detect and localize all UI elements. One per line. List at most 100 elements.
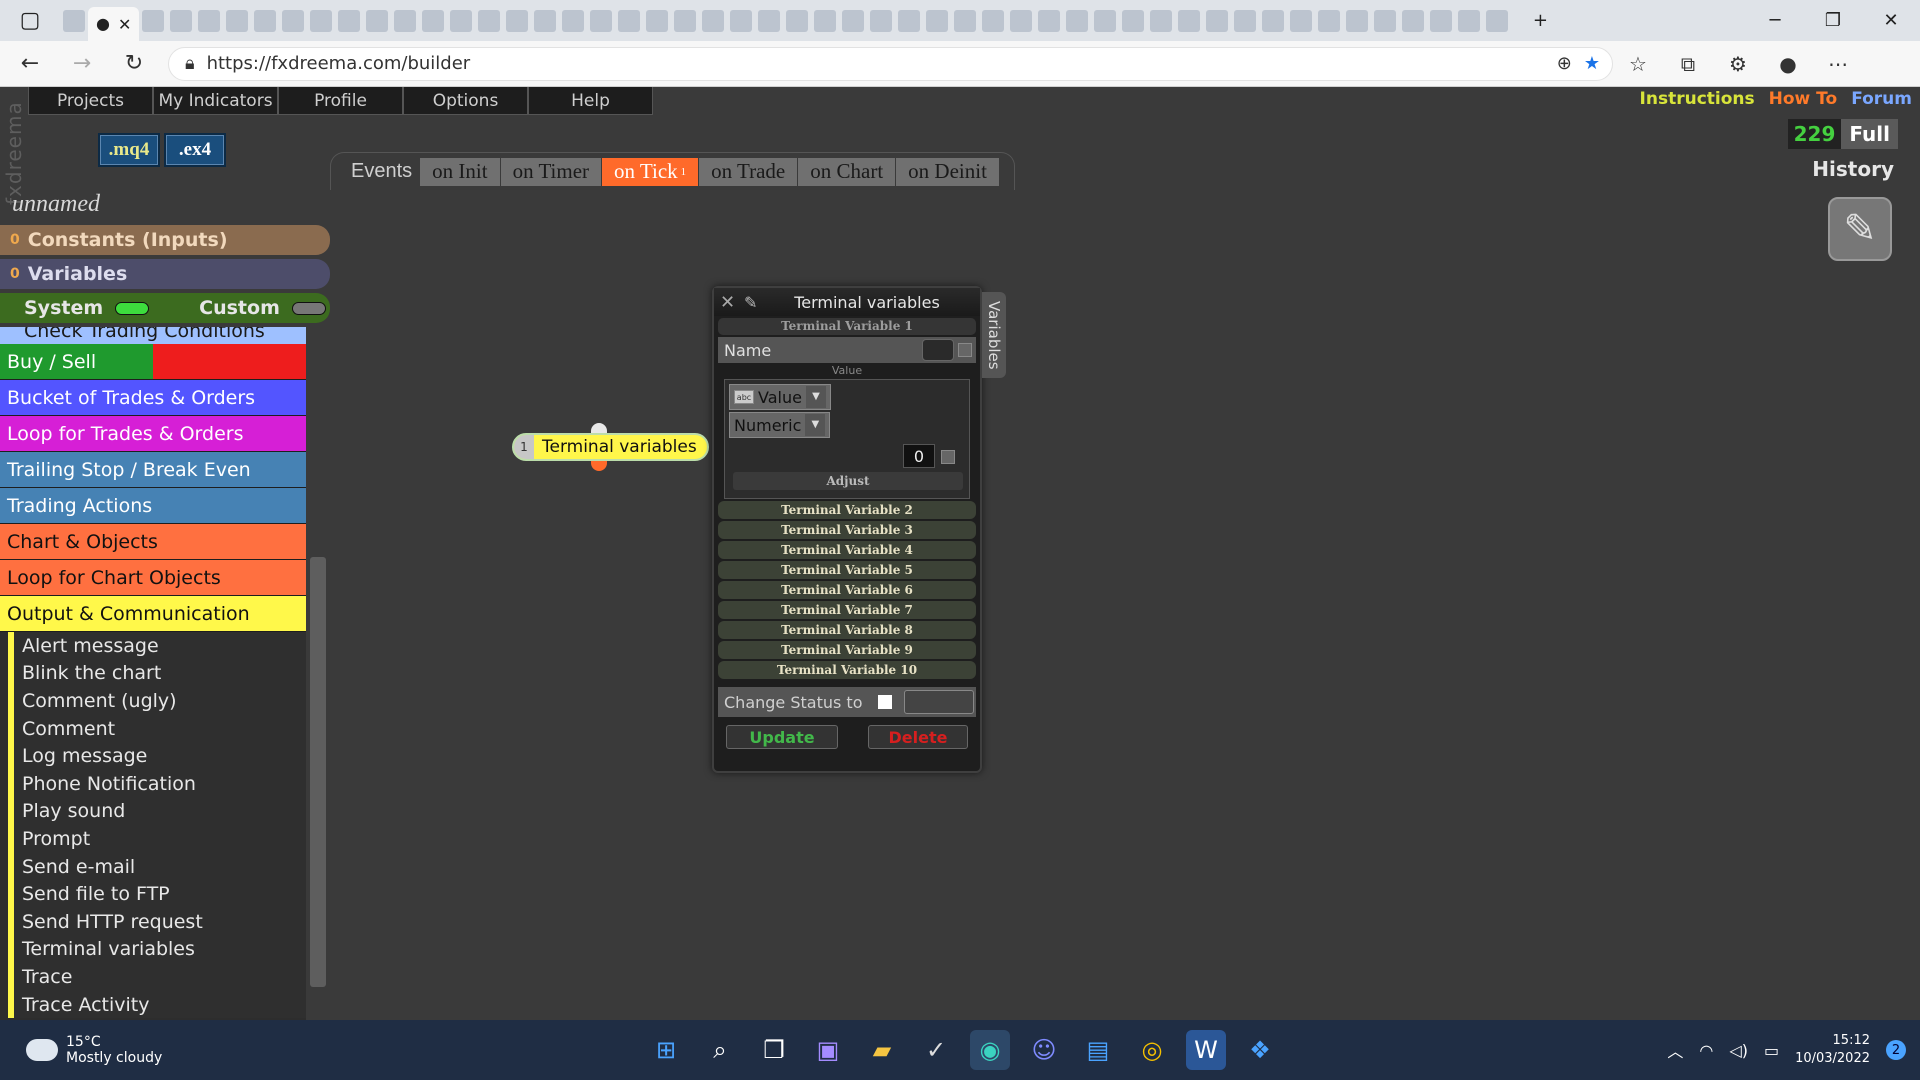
tab-favicon[interactable]: [674, 9, 697, 32]
change-status-checkbox[interactable]: [878, 695, 892, 709]
collections-icon[interactable]: ⧉: [1663, 46, 1713, 82]
tab-favicon[interactable]: [702, 9, 725, 32]
weather-widget[interactable]: 15°C Mostly cloudy: [26, 1034, 646, 1066]
word-icon[interactable]: W: [1186, 1030, 1226, 1070]
project-name[interactable]: unnamed: [12, 191, 100, 218]
tab-favicon[interactable]: [786, 9, 809, 32]
favorites-icon[interactable]: ☆: [1613, 46, 1663, 82]
terminal-variable-4[interactable]: Terminal Variable 4: [718, 541, 976, 559]
terminal-variable-2[interactable]: Terminal Variable 2: [718, 501, 976, 519]
tab-favicon[interactable]: [926, 9, 949, 32]
forum-link[interactable]: Forum: [1851, 89, 1912, 109]
system-toggle[interactable]: [115, 301, 150, 315]
tab-actions-icon[interactable]: ▢: [0, 0, 60, 41]
value-format-dropdown[interactable]: Numeric ▼: [729, 412, 831, 438]
tab-favicon[interactable]: [1150, 9, 1173, 32]
block-phone-notification[interactable]: Phone Notification: [8, 769, 306, 798]
tab-favicon[interactable]: [366, 9, 389, 32]
variables-section[interactable]: 0 Variables: [0, 259, 330, 289]
tab-favicon[interactable]: [450, 9, 473, 32]
restore-icon[interactable]: ❐: [1804, 0, 1862, 41]
tab-favicon[interactable]: [1262, 9, 1285, 32]
block-send-http[interactable]: Send HTTP request: [8, 907, 306, 936]
lock-icon[interactable]: 🔒︎: [185, 54, 195, 73]
active-tab[interactable]: ● ✕: [88, 7, 140, 41]
tab-favicon[interactable]: [394, 9, 417, 32]
tab-favicon[interactable]: [1346, 9, 1369, 32]
dialog-header[interactable]: ✕ ✎ Terminal variables: [714, 288, 980, 316]
pin-icon[interactable]: ✎: [744, 293, 774, 312]
close-window-icon[interactable]: ✕: [1862, 0, 1920, 41]
tab-favicon[interactable]: [226, 9, 249, 32]
tab-favicon[interactable]: [1038, 9, 1061, 32]
tray-overflow-icon[interactable]: ︿: [1667, 1038, 1683, 1062]
start-icon[interactable]: ⊞: [646, 1030, 686, 1070]
tab-favicon[interactable]: [254, 9, 277, 32]
name-color-box[interactable]: [922, 339, 954, 361]
terminal-variable-3[interactable]: Terminal Variable 3: [718, 521, 976, 539]
forward-icon[interactable]: →: [60, 46, 104, 82]
tab-favicon[interactable]: [534, 9, 557, 32]
terminal-variable-7[interactable]: Terminal Variable 7: [718, 601, 976, 619]
terminal-variable-8[interactable]: Terminal Variable 8: [718, 621, 976, 639]
category-chart-objects[interactable]: Chart & Objects: [0, 524, 306, 560]
number-value-checkbox[interactable]: [941, 450, 955, 464]
tab-favicon[interactable]: [758, 9, 781, 32]
tab-favicon[interactable]: [1318, 9, 1341, 32]
terminal-variable-1-header[interactable]: Terminal Variable 1: [718, 318, 976, 335]
block-prompt[interactable]: Prompt: [8, 825, 306, 853]
battery-icon[interactable]: ▭: [1764, 1041, 1779, 1060]
update-button[interactable]: Update: [726, 725, 838, 749]
wifi-icon[interactable]: ◠: [1699, 1041, 1713, 1060]
block-play-sound[interactable]: Play sound: [8, 797, 306, 826]
constants-section[interactable]: 0 Constants (Inputs): [0, 225, 330, 255]
tab-favicon[interactable]: [870, 9, 893, 32]
discord-icon[interactable]: ☺: [1024, 1030, 1064, 1070]
block-trace[interactable]: Trace: [8, 963, 306, 991]
file-explorer-icon[interactable]: ▰: [862, 1030, 902, 1070]
volume-icon[interactable]: ◁): [1729, 1041, 1748, 1060]
tab-favicon[interactable]: [646, 9, 669, 32]
block-alert-message[interactable]: Alert message: [8, 632, 306, 660]
notepad-icon[interactable]: ▤: [1078, 1030, 1118, 1070]
tab-on-init[interactable]: on Init: [420, 157, 501, 186]
custom-toggle[interactable]: [291, 301, 326, 315]
block-terminal-variables[interactable]: Terminal variables: [8, 935, 306, 964]
tab-favicon[interactable]: [814, 9, 837, 32]
search-icon[interactable]: ⌕: [700, 1030, 740, 1070]
tab-favicon[interactable]: [618, 9, 641, 32]
category-loop-trades[interactable]: Loop for Trades & Orders: [0, 416, 306, 452]
notes-app-icon[interactable]: ✓: [916, 1030, 956, 1070]
terminal-variable-10[interactable]: Terminal Variable 10: [718, 661, 976, 679]
tab-favicon[interactable]: [562, 9, 585, 32]
chrome-icon[interactable]: ◎: [1132, 1030, 1172, 1070]
favorite-star-icon[interactable]: ★: [1584, 54, 1600, 73]
tab-on-chart[interactable]: on Chart: [798, 157, 897, 186]
tab-favicon[interactable]: [1290, 9, 1313, 32]
tab-favicon[interactable]: [1430, 9, 1453, 32]
tab-favicon[interactable]: [282, 9, 305, 32]
tab-favicon[interactable]: [1374, 9, 1397, 32]
tab-favicon[interactable]: [982, 9, 1005, 32]
tab-favicon[interactable]: [954, 9, 977, 32]
tab-favicon[interactable]: [1234, 9, 1257, 32]
tab-favicon[interactable]: [1402, 9, 1425, 32]
tab-favicon[interactable]: [338, 9, 361, 32]
adjust-button[interactable]: Adjust: [733, 472, 963, 490]
wrench-tool-icon[interactable]: ✎: [1828, 197, 1892, 261]
block-log-message[interactable]: Log message: [8, 742, 306, 770]
terminal-variable-5[interactable]: Terminal Variable 5: [718, 561, 976, 579]
variables-side-tab[interactable]: Variables: [982, 292, 1006, 378]
tab-favicon[interactable]: [1066, 9, 1089, 32]
category-output-communication[interactable]: Output & Communication: [0, 596, 306, 632]
tab-favicon[interactable]: [730, 9, 753, 32]
tab-favicon[interactable]: [1178, 9, 1201, 32]
task-view-icon[interactable]: ❐: [754, 1030, 794, 1070]
zoom-icon[interactable]: ⊕: [1557, 54, 1572, 73]
tab-favicon[interactable]: [63, 9, 85, 32]
history-link[interactable]: History: [1812, 157, 1894, 181]
tab-favicon[interactable]: [310, 9, 333, 32]
tab-favicon[interactable]: [1206, 9, 1229, 32]
close-icon[interactable]: ✕: [720, 292, 744, 313]
category-trailing-stop[interactable]: Trailing Stop / Break Even: [0, 452, 306, 488]
